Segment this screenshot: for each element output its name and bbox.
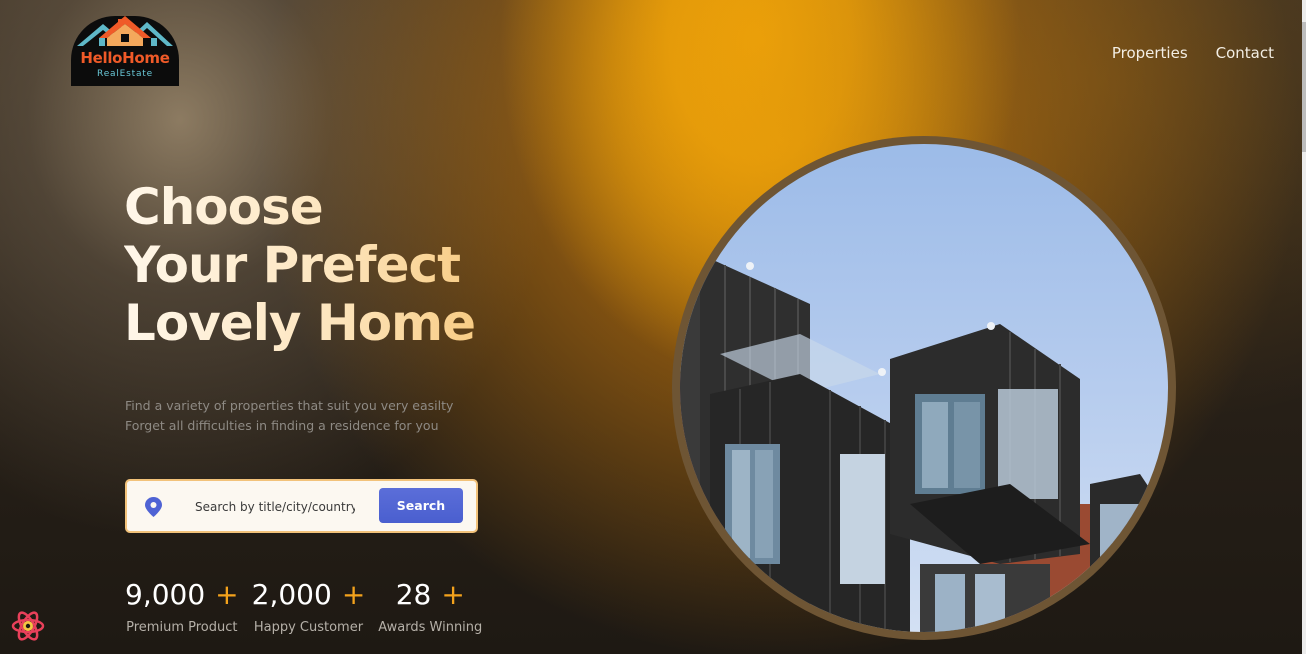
stats-row: 9,000 + Premium Product 2,000 + Happy Cust… [125, 578, 482, 635]
stat-value: 28 [395, 578, 432, 611]
search-bar: Search [125, 479, 478, 533]
stat-label: Happy Customer [253, 620, 364, 635]
stat-value: 9,000 [125, 578, 206, 611]
hero-tagline: Find a variety of properties that suit y… [125, 396, 453, 436]
site-logo[interactable]: HelloHome RealEstate [71, 16, 179, 86]
stat-label: Premium Product [126, 620, 238, 635]
headline-line-2: Your Prefect [124, 236, 475, 294]
stat-happy-customer: 2,000 + Happy Customer [252, 578, 366, 635]
headline-line-3: Lovely Home [124, 294, 476, 352]
react-dev-icon[interactable] [10, 608, 46, 644]
stat-plus: + [441, 578, 465, 611]
hero-headline: Choose Your Prefect Lovely Home [124, 178, 476, 352]
search-input[interactable] [195, 497, 355, 517]
nav-link-properties[interactable]: Properties [1112, 44, 1188, 62]
stat-value: 2,000 [251, 578, 332, 611]
stat-awards-winning: 28 + Awards Winning [378, 578, 482, 635]
location-pin-icon [145, 497, 162, 517]
search-button[interactable]: Search [379, 488, 463, 523]
stat-plus: + [215, 578, 239, 611]
scrollbar-thumb[interactable] [1302, 22, 1306, 152]
hero-image-frame [672, 136, 1176, 640]
tagline-line-2: Forget all difficulties in finding a res… [125, 418, 439, 433]
logo-brand-text: HelloHome [80, 49, 170, 67]
nav-link-contact[interactable]: Contact [1216, 44, 1274, 62]
stat-label: Awards Winning [378, 620, 483, 635]
tagline-line-1: Find a variety of properties that suit y… [125, 398, 454, 413]
stat-premium-product: 9,000 + Premium Product [125, 578, 239, 635]
logo-subtitle: RealEstate [97, 69, 153, 79]
top-nav: Properties Contact [1112, 44, 1274, 62]
headline-line-1: Choose [124, 178, 475, 236]
building-illustration [680, 254, 1168, 632]
stat-plus: + [341, 578, 366, 611]
hero-building-image [680, 144, 1168, 632]
